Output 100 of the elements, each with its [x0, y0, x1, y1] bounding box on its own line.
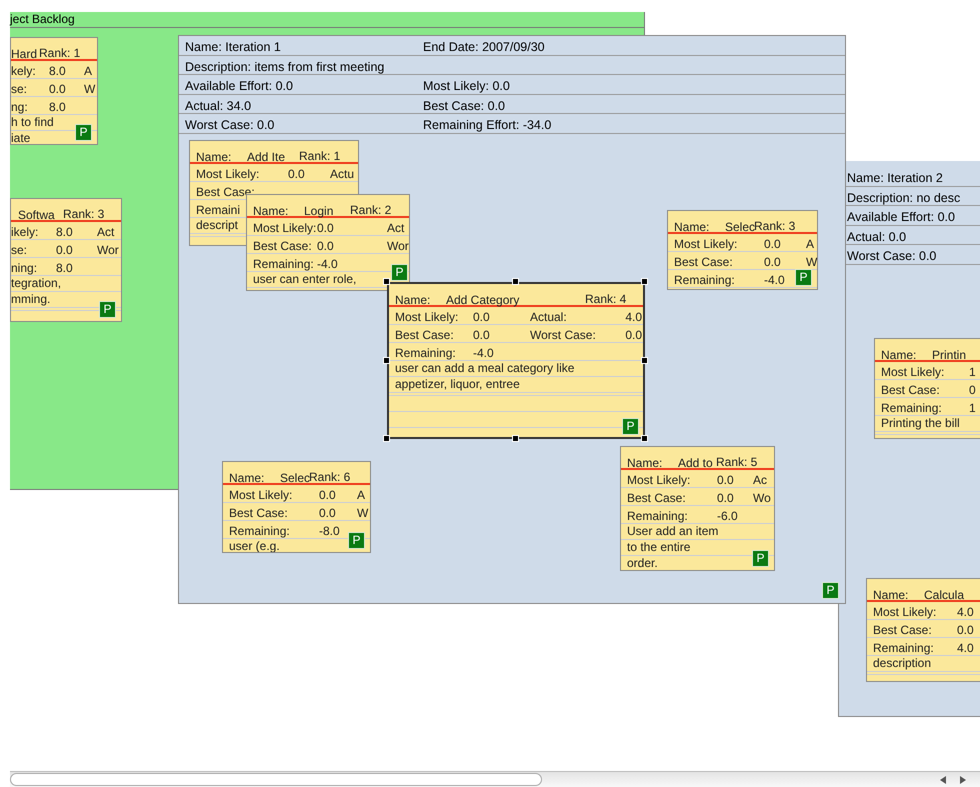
- selection-handle[interactable]: [512, 278, 519, 285]
- p-badge[interactable]: P: [99, 301, 116, 318]
- field-label: Most Likely:: [395, 309, 458, 326]
- field-value: 8.0: [56, 224, 73, 241]
- field-value: -4.0: [764, 272, 785, 289]
- selection-handle[interactable]: [512, 435, 519, 442]
- p-badge[interactable]: P: [822, 582, 839, 599]
- task-description: to the entire: [627, 540, 690, 554]
- iteration-field: Available Effort: 0.0: [185, 77, 293, 96]
- field-label: kely:: [11, 63, 36, 80]
- task-card[interactable]: Name: SelecRank: 3 Most Likely: 0.0 A Best Case: 0.0 W Remaining: -4.0 P: [667, 210, 818, 290]
- p-badge[interactable]: P: [752, 550, 769, 567]
- field-value: -6.0: [717, 508, 738, 525]
- field-label: Best Case:: [873, 622, 932, 639]
- iteration-field: Most Likely: 0.0: [423, 77, 510, 96]
- field-label: Best Case:: [674, 254, 733, 271]
- field-value: 0.0: [764, 254, 781, 271]
- selection-handle[interactable]: [641, 278, 648, 285]
- task-name: Add Ite: [247, 149, 286, 166]
- field-label: Remaining:: [627, 508, 688, 525]
- iteration-field: Description: no desc: [847, 188, 960, 208]
- task-card[interactable]: Hard Rank: 1 kely: 8.0 A se: 0.0 W ng: 8.0 h to find iate P: [10, 37, 98, 145]
- field-label: Remaining:: [229, 523, 290, 540]
- task-card[interactable]: Softwa Rank: 3 ikely: 8.0 Act se: 0.0 Wor ning: 8.0 tegration, mming. P: [10, 198, 122, 322]
- task-name: Add Category: [446, 292, 520, 309]
- task-description: user can add a meal category like: [395, 361, 574, 375]
- scroll-right-arrow-icon[interactable]: [958, 775, 968, 785]
- field-label: Remaini: [196, 202, 240, 219]
- task-name: Selec: [725, 219, 756, 236]
- field-label: Actual:: [530, 309, 567, 326]
- field-label: Remaining:: [674, 272, 735, 289]
- task-card[interactable]: Name: Printin Most Likely: 1 Best Case: 0 Remaining: 1 Printing the bill: [874, 338, 980, 439]
- iteration-field: Available Effort: 0.0: [847, 208, 955, 227]
- field-label: Remaining:: [253, 256, 314, 273]
- field-label: Most Likely:: [196, 166, 260, 183]
- horizontal-scrollbar[interactable]: [10, 771, 980, 787]
- iteration-field: Actual: 0.0: [847, 228, 906, 247]
- field-value: 0.0: [288, 166, 305, 183]
- task-card[interactable]: Name: Login Rank: 2 Most Likely:0.0 Act Best Case: 0.0 Wor Remaining: -4.0 user can enter role, P: [246, 194, 410, 291]
- task-name: Hard: [11, 46, 38, 63]
- rank-label: Rank: 1: [299, 148, 340, 165]
- field-value: 0.0: [473, 327, 490, 344]
- field-label: ng:: [11, 99, 28, 116]
- rank-label: Rank: 1: [39, 45, 80, 62]
- field-value: 0.0: [625, 327, 642, 344]
- field-label: Remaining:: [881, 400, 942, 417]
- selection-handle[interactable]: [383, 356, 390, 364]
- field-label: Worst Case:: [530, 327, 596, 344]
- selection-handle[interactable]: [383, 435, 390, 442]
- iteration-field: Remaining Effort: -34.0: [423, 116, 552, 136]
- scroll-left-arrow-icon[interactable]: [938, 775, 948, 785]
- name-label: Name:: [881, 347, 916, 364]
- field-label: Most Likely:: [674, 236, 738, 253]
- field-value: 0.0: [317, 220, 334, 237]
- iteration-field: End Date: 2007/09/30: [423, 38, 545, 57]
- field-label: Remaining:: [395, 345, 456, 362]
- field-value: 0.0: [764, 236, 781, 253]
- p-badge[interactable]: P: [75, 124, 92, 141]
- field-label: W: [84, 81, 96, 98]
- field-label: Best Case:: [627, 490, 686, 507]
- selection-handle[interactable]: [383, 278, 390, 285]
- task-name: Selec: [280, 470, 310, 487]
- p-badge[interactable]: P: [391, 264, 408, 281]
- p-badge[interactable]: P: [622, 418, 639, 435]
- task-card[interactable]: Name: Calcula Most Likely: 4.0 Best Case: 0.0 Remaining: 4.0 description: [866, 578, 980, 682]
- field-label: Act: [387, 220, 404, 237]
- field-label: Wor: [97, 242, 119, 259]
- field-value: -4.0: [473, 345, 494, 362]
- field-label: Most Likely:: [873, 604, 936, 621]
- task-name: Login: [304, 203, 334, 220]
- field-label: Best Case:: [395, 327, 454, 344]
- task-description: tegration,: [11, 276, 62, 290]
- rank-label: Rank: 6: [309, 469, 350, 486]
- field-label: ning:: [11, 260, 38, 277]
- task-description: Printing the bill: [881, 416, 960, 430]
- field-value: 0: [969, 382, 976, 399]
- task-name: Calcula: [924, 587, 964, 604]
- field-label: Most Likely:: [881, 364, 944, 381]
- rank-label: Rank: 3: [63, 206, 104, 223]
- task-description: mming.: [11, 292, 50, 306]
- field-value: 0.0: [717, 490, 734, 507]
- iteration-field: Worst Case: 0.0: [847, 247, 936, 266]
- task-description: User add an item: [627, 524, 718, 538]
- p-badge[interactable]: P: [795, 269, 812, 286]
- task-card[interactable]: Name: Add Category Rank: 4 Most Likely: 0.0 Actual: 4.0 Best Case: 0.0 Worst Case: 0.0 Remaining: -4.0 user can add a meal category like appetizer, liquor, entree P: [387, 282, 645, 439]
- p-badge[interactable]: P: [348, 532, 365, 549]
- task-card[interactable]: Name: Add to Rank: 5 Most Likely: 0.0 Ac Best Case: 0.0 Wo Remaining: -6.0 User add an item to the entire order. P: [620, 446, 775, 571]
- scroll-thumb[interactable]: [10, 773, 542, 786]
- field-value: 1: [969, 364, 976, 381]
- name-label: Name:: [627, 455, 662, 472]
- task-name: Softwa: [18, 207, 55, 224]
- field-value: 8.0: [56, 260, 73, 277]
- field-label: A: [84, 63, 92, 80]
- field-label: W: [357, 505, 368, 522]
- selection-handle[interactable]: [641, 435, 648, 442]
- selection-handle[interactable]: [641, 356, 648, 364]
- name-label: Name:: [674, 219, 710, 236]
- field-label: Most Likely:: [627, 472, 690, 489]
- field-label: Best Case:: [229, 505, 288, 522]
- task-description: user can enter role,: [253, 272, 356, 286]
